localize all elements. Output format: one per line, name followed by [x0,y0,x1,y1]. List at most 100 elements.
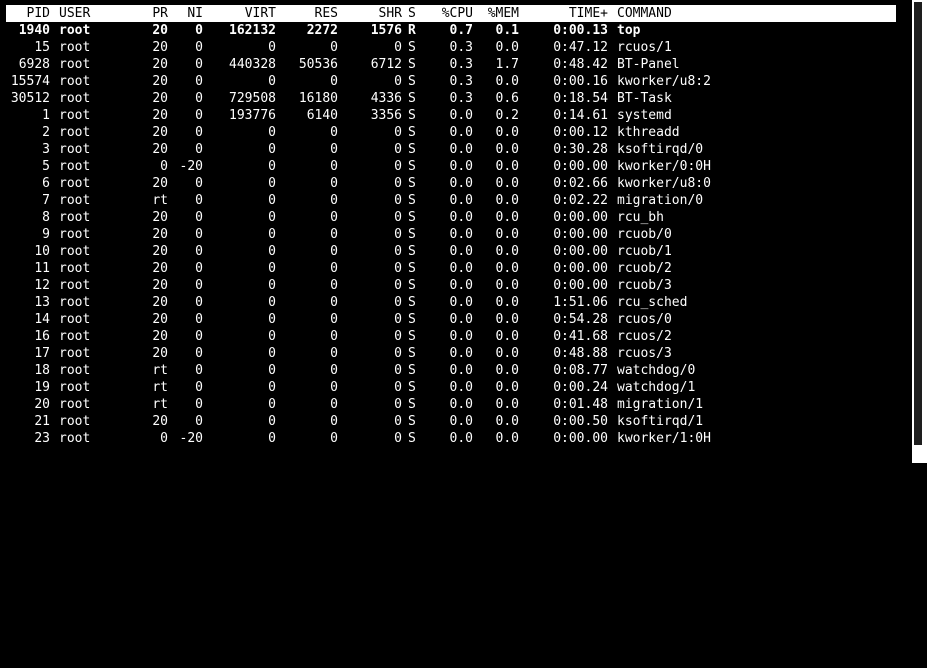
process-row: 23 root 0 -20 0 0 0 S 0.0 0.0 0:00.00 kw… [0,430,912,447]
res-cell: 0 [330,346,338,361]
user-cell: root [59,125,91,140]
process-row: 7 root rt 0 0 0 0 S 0.0 0.0 0:02.22 migr… [0,192,912,209]
pr-cell: 20 [152,57,168,72]
state-cell: S [408,278,416,293]
mem-cell: 0.6 [495,91,519,106]
command-cell: migration/0 [617,193,704,208]
virt-cell: 0 [268,244,276,259]
shr-cell: 0 [394,329,402,344]
pr-cell: 20 [152,227,168,242]
pr-cell: rt [152,380,168,395]
header-ni: NI [187,6,203,21]
ni-cell: 0 [195,57,203,72]
mem-cell: 0.0 [495,431,519,446]
process-row: 30512 root 20 0 729508 16180 4336 S 0.3 … [0,90,912,107]
ni-cell: 0 [195,380,203,395]
mem-cell: 0.0 [495,397,519,412]
command-cell: kworker/u8:0 [617,176,711,191]
cpu-cell: 0.0 [449,108,473,123]
cpu-cell: 0.0 [449,329,473,344]
cpu-cell: 0.0 [449,414,473,429]
cpu-cell: 0.0 [449,380,473,395]
user-cell: root [59,159,91,174]
state-cell: S [408,363,416,378]
shr-cell: 0 [394,431,402,446]
virt-cell: 0 [268,40,276,55]
vertical-scrollbar[interactable] [912,0,927,463]
time-cell: 0:02.22 [553,193,608,208]
time-cell: 0:08.77 [553,363,608,378]
cpu-cell: 0.0 [449,397,473,412]
process-row: 21 root 20 0 0 0 0 S 0.0 0.0 0:00.50 kso… [0,413,912,430]
pid-cell: 14 [34,312,50,327]
pid-cell: 15 [34,40,50,55]
command-cell: rcu_bh [617,210,664,225]
time-cell: 0:54.28 [553,312,608,327]
virt-cell: 162132 [229,23,276,38]
pr-cell: 20 [152,74,168,89]
shr-cell: 4336 [370,91,402,106]
mem-cell: 0.0 [495,363,519,378]
header-state: S [408,6,416,21]
cpu-cell: 0.0 [449,295,473,310]
user-cell: root [59,363,91,378]
state-cell: S [408,295,416,310]
mem-cell: 0.2 [495,108,519,123]
state-cell: S [408,91,416,106]
state-cell: S [408,176,416,191]
res-cell: 0 [330,397,338,412]
pid-cell: 16 [34,329,50,344]
cpu-cell: 0.0 [449,363,473,378]
mem-cell: 0.0 [495,74,519,89]
shr-cell: 0 [394,312,402,327]
header-shr: SHR [378,6,402,21]
res-cell: 0 [330,278,338,293]
command-cell: rcuos/3 [617,346,672,361]
shr-cell: 0 [394,159,402,174]
pr-cell: 20 [152,125,168,140]
res-cell: 0 [330,74,338,89]
shr-cell: 0 [394,278,402,293]
virt-cell: 0 [268,346,276,361]
ni-cell: 0 [195,125,203,140]
user-cell: root [59,380,91,395]
process-row: 10 root 20 0 0 0 0 S 0.0 0.0 0:00.00 rcu… [0,243,912,260]
res-cell: 0 [330,159,338,174]
state-cell: S [408,329,416,344]
user-cell: root [59,414,91,429]
pid-cell: 5 [42,159,50,174]
virt-cell: 729508 [229,91,276,106]
cpu-cell: 0.0 [449,210,473,225]
pid-cell: 1 [42,108,50,123]
virt-cell: 0 [268,261,276,276]
virt-cell: 0 [268,176,276,191]
pid-cell: 2 [42,125,50,140]
pid-cell: 8 [42,210,50,225]
user-cell: root [59,108,91,123]
pr-cell: 20 [152,346,168,361]
pr-cell: 0 [160,159,168,174]
user-cell: root [59,227,91,242]
pr-cell: 20 [152,176,168,191]
command-cell: watchdog/0 [617,363,696,378]
header-cpu: %CPU [441,6,473,21]
pr-cell: 20 [152,278,168,293]
pid-cell: 6 [42,176,50,191]
process-row: 19 root rt 0 0 0 0 S 0.0 0.0 0:00.24 wat… [0,379,912,396]
scrollbar-thumb[interactable] [914,2,922,445]
process-row: 15 root 20 0 0 0 0 S 0.3 0.0 0:47.12 rcu… [0,39,912,56]
command-cell: rcuob/3 [617,278,672,293]
pid-cell: 3 [42,142,50,157]
ni-cell: 0 [195,91,203,106]
command-cell: kworker/1:0H [617,431,711,446]
pr-cell: 20 [152,295,168,310]
terminal-window[interactable]: PID USER PR NI VIRT RES SHR S %CPU %MEM … [0,0,927,463]
time-cell: 0:01.48 [553,397,608,412]
process-row: 3 root 20 0 0 0 0 S 0.0 0.0 0:30.28 ksof… [0,141,912,158]
user-cell: root [59,74,91,89]
cpu-cell: 0.3 [449,91,473,106]
state-cell: S [408,125,416,140]
mem-cell: 0.1 [495,23,519,38]
process-row: 17 root 20 0 0 0 0 S 0.0 0.0 0:48.88 rcu… [0,345,912,362]
pr-cell: 0 [160,431,168,446]
